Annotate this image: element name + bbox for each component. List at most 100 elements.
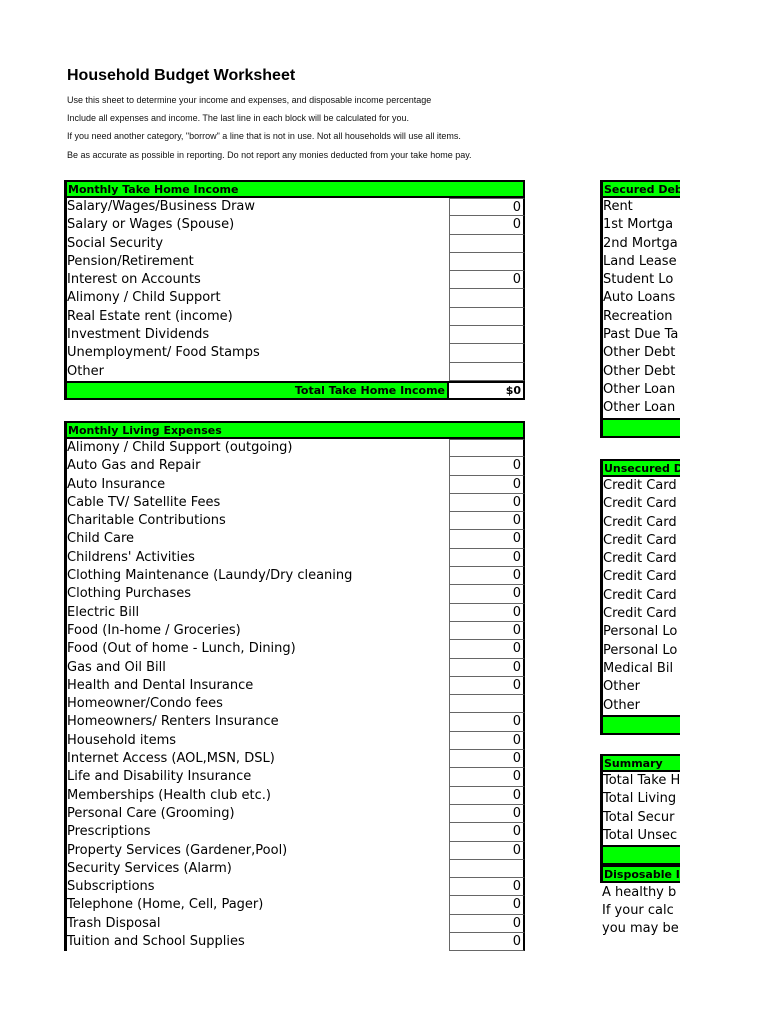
- expense-row: Tuition and School Supplies 0: [67, 933, 525, 952]
- expense-row-amount-cell[interactable]: 0: [449, 804, 525, 824]
- expense-row-label: Tuition and School Supplies: [67, 934, 245, 950]
- expense-row: Electric Bill 0: [67, 603, 525, 622]
- unsecured-row-label: Credit Card: [603, 569, 677, 585]
- expense-row-label: Auto Insurance: [67, 476, 166, 492]
- expense-row-amount-cell[interactable]: 0: [449, 640, 525, 659]
- expense-row-amount-cell[interactable]: 0: [449, 493, 525, 513]
- secured-row: 2nd Mortga: [603, 235, 680, 253]
- unsecured-row: Personal Lo: [603, 623, 680, 641]
- expense-row-amount-cell[interactable]: 0: [449, 603, 525, 622]
- secured-row-label: 2nd Mortga: [603, 235, 678, 251]
- expense-row: Security Services (Alarm): [67, 859, 525, 879]
- summary-row-label: Total Living: [603, 791, 677, 807]
- income-row-label: Salary or Wages (Spouse): [67, 217, 235, 233]
- secured-row: Land Lease: [603, 253, 680, 271]
- expense-row-label: Personal Care (Grooming): [67, 805, 235, 821]
- expense-row-amount-cell[interactable]: 0: [449, 841, 525, 860]
- income-row-amount-cell[interactable]: [449, 307, 525, 327]
- expense-row: Homeowners/ Renters Insurance 0: [67, 713, 525, 732]
- expense-row-label: Clothing Maintenance (Laundy/Dry cleanin…: [67, 568, 353, 584]
- expense-row-amount-cell[interactable]: 0: [449, 713, 525, 732]
- income-row-amount-cell[interactable]: 0: [449, 271, 525, 290]
- income-row-label: Unemployment/ Food Stamps: [67, 345, 260, 361]
- expense-row-label: Auto Gas and Repair: [67, 458, 201, 474]
- expense-row-label: Gas and Oil Bill: [67, 659, 166, 675]
- expense-row-amount-cell[interactable]: 0: [449, 750, 525, 769]
- expense-row-label: Child Care: [67, 531, 135, 547]
- income-total-label: Total Take Home Income: [67, 382, 447, 398]
- secured-row: Rent: [603, 198, 680, 216]
- expenses-block: Monthly Living Expenses Alimony / Child …: [64, 421, 525, 952]
- unsecured-row-label: Credit Card: [603, 496, 677, 512]
- income-row-amount-cell[interactable]: 0: [449, 216, 525, 235]
- expense-row-amount-cell[interactable]: 0: [449, 548, 525, 568]
- unsecured-row: Personal Lo: [603, 642, 680, 660]
- expense-row-amount-cell[interactable]: 0: [449, 530, 525, 549]
- unsecured-row-label: Credit Card: [603, 551, 677, 567]
- secured-row-label: Auto Loans: [603, 290, 676, 306]
- unsecured-row: Credit Card: [603, 587, 680, 605]
- expense-row: Life and Disability Insurance 0: [67, 768, 525, 787]
- income-row-amount-cell[interactable]: [449, 234, 525, 253]
- expense-row-label: Charitable Contributions: [67, 513, 226, 529]
- summary-row-label: Total Secur: [603, 809, 675, 825]
- expense-row-amount-cell[interactable]: 0: [449, 475, 525, 494]
- expense-row-amount-cell[interactable]: 0: [449, 823, 525, 842]
- expense-row: Telephone (Home, Cell, Pager) 0: [67, 896, 525, 915]
- income-row: Salary/Wages/Business Draw 0: [67, 198, 525, 217]
- income-row-amount-cell[interactable]: [449, 289, 525, 308]
- secured-row-label: Recreation: [603, 308, 673, 324]
- expense-row: Personal Care (Grooming) 0: [67, 804, 525, 824]
- expense-row-amount-cell[interactable]: 0: [449, 567, 525, 586]
- expense-row: Memberships (Health club etc.) 0: [67, 786, 525, 805]
- income-total-row: Total Take Home Income $0: [67, 380, 525, 400]
- expense-row-amount-cell[interactable]: 0: [449, 585, 525, 604]
- income-row-amount-cell[interactable]: 0: [449, 198, 525, 217]
- expense-row-label: Electric Bill: [67, 604, 140, 620]
- unsecured-total-row: [603, 714, 680, 735]
- expense-row-amount-cell[interactable]: 0: [449, 768, 525, 787]
- secured-header: Secured Deb: [603, 180, 680, 198]
- secured-row: Auto Loans: [603, 289, 680, 307]
- expense-row: Property Services (Gardener,Pool) 0: [67, 841, 525, 860]
- income-row-amount-cell[interactable]: [449, 362, 525, 381]
- income-header: Monthly Take Home Income: [67, 180, 525, 198]
- income-row-amount-cell[interactable]: [449, 252, 525, 272]
- income-row: Unemployment/ Food Stamps: [67, 344, 525, 363]
- expense-row-label: Health and Dental Insurance: [67, 677, 254, 693]
- expense-row-amount-cell[interactable]: 0: [449, 658, 525, 677]
- unsecured-row: Credit Card: [603, 514, 680, 532]
- unsecured-row-label: Credit Card: [603, 587, 677, 603]
- expense-row-label: Clothing Purchases: [67, 586, 192, 602]
- expense-row: Auto Gas and Repair 0: [67, 457, 525, 476]
- income-row-amount-cell[interactable]: [449, 344, 525, 363]
- expense-row-amount-cell[interactable]: 0: [449, 933, 525, 952]
- expense-row-amount-cell[interactable]: 0: [449, 878, 525, 897]
- expense-row-amount-cell[interactable]: 0: [449, 731, 525, 751]
- expense-row: Food (Out of home - Lunch, Dining) 0: [67, 640, 525, 659]
- income-row-amount-cell[interactable]: [449, 326, 525, 345]
- expense-row-amount-cell[interactable]: [449, 439, 525, 458]
- income-row: Social Security: [67, 234, 525, 253]
- expense-row-amount-cell[interactable]: 0: [449, 676, 525, 696]
- expense-row-amount-cell[interactable]: 0: [449, 914, 525, 934]
- expense-row-amount-cell[interactable]: 0: [449, 786, 525, 805]
- expense-row: Child Care 0: [67, 530, 525, 549]
- expense-row-amount-cell[interactable]: 0: [449, 512, 525, 531]
- secured-row-label: Student Lo: [603, 272, 674, 288]
- unsecured-row-label: Medical Bil: [603, 660, 674, 676]
- expense-row-amount-cell[interactable]: 0: [449, 457, 525, 476]
- income-row: Alimony / Child Support: [67, 289, 525, 308]
- expense-row: Internet Access (AOL,MSN, DSL) 0: [67, 750, 525, 769]
- expense-row-label: Prescriptions: [67, 824, 151, 840]
- expense-row-amount-cell[interactable]: 0: [449, 896, 525, 915]
- income-total-value: $0: [447, 382, 523, 398]
- expense-row-amount-cell[interactable]: [449, 695, 525, 714]
- expense-row-amount-cell[interactable]: [449, 859, 525, 879]
- income-row-label: Other: [67, 363, 104, 379]
- summary-row: Total Secur: [603, 809, 680, 827]
- unsecured-row: Other: [603, 678, 680, 696]
- expense-row-amount-cell[interactable]: 0: [449, 621, 525, 641]
- unsecured-row-label: Other: [603, 679, 640, 695]
- summary-row: Total Unsec: [603, 827, 680, 845]
